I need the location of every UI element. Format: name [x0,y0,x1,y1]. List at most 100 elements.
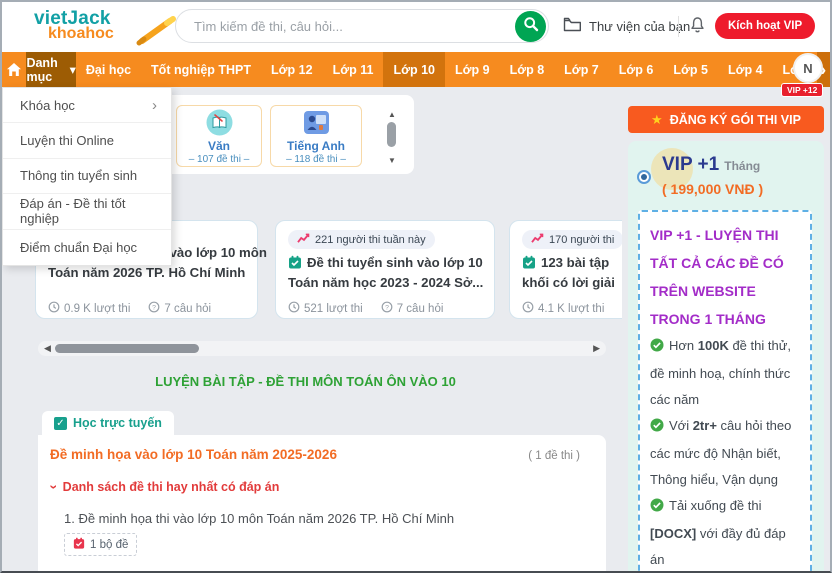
nav-menu-label: Danh mục [26,56,64,84]
search-button[interactable] [515,11,546,42]
nav-item-lop-10[interactable]: Lớp 10 [383,52,445,87]
scrollbar-thumb[interactable] [387,122,396,147]
vip-level-badge: VIP +12 [781,83,823,97]
activate-vip-button[interactable]: Kích hoạt VIP [715,13,815,39]
subject-name: Tiếng Anh [271,139,361,153]
library-link[interactable]: Thư viện của bạn [563,17,690,35]
register-vip-button[interactable]: ★ ĐĂNG KÝ GÓI THI VIP [628,106,824,133]
subject-card-van[interactable]: Văn – 107 đề thi – [176,105,262,167]
weekly-takers-badge: 221 người thi tuần này [288,230,435,249]
header-divider [678,16,679,37]
badge-label: 1 bộ đề [90,539,128,551]
check-circle-icon [650,335,664,361]
nav-item-lop-8[interactable]: Lớp 8 [500,52,555,87]
best-exams-toggle[interactable]: › Danh sách đề thi hay nhất có đáp án [52,479,279,495]
scrollbar-thumb[interactable] [55,344,199,353]
exam-title: Đề thi tuyển sinh vào lớp 10 Toán năm họ… [288,254,483,291]
red-calendar-icon [73,537,85,552]
attempts-label: 521 lượt thi [304,303,363,315]
subject-name: Văn [177,139,261,153]
panel-heading: Đề minh họa vào lớp 10 Toán năm 2025-202… [50,447,337,462]
trend-chart-icon [297,233,310,247]
subject-scrollbar: ▲ ▼ [385,110,399,165]
nav-item-lop-6[interactable]: Lớp 6 [609,52,664,87]
weekly-takers-badge: 170 người thi [522,230,622,249]
exam-card-3[interactable]: 170 người thi 123 bài tập khối có lời gi… [509,220,622,319]
question-icon: ? [148,301,160,316]
svg-text:?: ? [152,305,156,312]
clock-icon [48,301,60,316]
scroll-left-icon[interactable]: ◀ [44,343,51,354]
attempts-stat: 0.9 K lượt thi [48,301,130,316]
nav-item-tot-nghiep-thpt[interactable]: Tốt nghiệp THPT [141,52,261,87]
home-icon[interactable] [2,52,26,87]
vip-feature-item: Tải xuống đề thi [DOCX] với đầy đủ đáp á… [650,493,800,573]
tab-hoc-truc-tuyen[interactable]: ✓ Học trực tuyến [42,411,174,435]
clock-icon [288,301,300,316]
nav-menu-button[interactable]: Danh mục ▾ [26,52,75,87]
pencil-icon [136,14,178,51]
exam-count: ( 1 đề thi ) [528,450,580,462]
nav-items: Đại học Tốt nghiệp THPT Lớp 12 Lớp 11 Lớ… [76,52,817,87]
exam-title-line2: Toán năm 2026 TP. Hồ Chí Minh [48,265,245,280]
vip-feature-item: Hơn 100K đề thi thử, đề minh hoạ, chính … [650,333,800,413]
exam-title-line2: Toán năm học 2023 - 2024 Sở... [288,275,483,290]
exam-stats: 521 lượt thi ? 7 câu hỏi [288,301,443,316]
scroll-down-icon[interactable]: ▼ [385,156,399,165]
subject-count: – 107 đề thi – [177,154,261,165]
vip-feature-item: Với 2tr+ câu hỏi theo các mức độ Nhận bi… [650,413,800,493]
clock-icon [522,301,534,316]
submenu-arrow-icon: › [152,97,157,114]
nav-item-dai-hoc[interactable]: Đại học [76,52,141,87]
vip-plan-panel: VIP +1Tháng ( 199,000 VNĐ ) VIP +1 - LUY… [628,141,824,573]
check-circle-icon [650,495,664,521]
exam-title: 123 bài tập khối có lời giải [522,254,615,291]
dropdown-item-dap-an-de-thi[interactable]: Đáp án - Đề thi tốt nghiệp [3,194,171,229]
badge-label: 221 người thi tuần này [315,234,426,246]
search-input[interactable] [194,11,504,41]
subject-card-tieng-anh[interactable]: Tiếng Anh – 118 đề thi – [270,105,362,167]
questions-stat: ? 7 câu hỏi [148,301,211,316]
top-header: vietJack khoahoc [2,2,830,52]
svg-text:?: ? [385,305,389,312]
van-subject-icon [177,109,261,141]
scroll-up-icon[interactable]: ▲ [385,110,399,119]
badge-label: 170 người thi [549,234,614,246]
dropdown-item-diem-chuan[interactable]: Điểm chuẩn Đại học [3,230,171,265]
chevron-down-icon: › [46,485,62,490]
dropdown-item-label: Luyện thi Online [20,133,114,148]
nav-item-lop-12[interactable]: Lớp 12 [261,52,323,87]
nav-item-lop-7[interactable]: Lớp 7 [554,52,609,87]
check-circle-icon [650,415,664,441]
folder-icon [563,17,582,35]
search-icon [523,16,539,37]
notification-bell-icon[interactable] [689,16,706,40]
plan-radio-selected[interactable] [637,170,651,184]
dropdown-item-khoa-hoc[interactable]: Khóa học › [3,88,171,123]
scroll-right-icon[interactable]: ▶ [593,343,600,354]
logo-text-bottom: khoahoc [48,25,114,43]
tieng-anh-subject-icon [271,109,361,141]
nav-item-lop-11[interactable]: Lớp 11 [323,52,384,87]
vip-benefits-box: VIP +1 - LUYỆN THI TẤT CẢ CÁC ĐỀ CÓ TRÊN… [638,210,812,573]
search-bar [175,9,549,43]
nav-item-lop-4[interactable]: Lớp 4 [718,52,773,87]
subject-count: – 118 đề thi – [271,154,361,165]
dropdown-item-luyen-thi-online[interactable]: Luyện thi Online [3,123,171,158]
exam-card-2[interactable]: 221 người thi tuần này Đề thi tuyển sinh… [275,220,495,319]
attempts-label: 4.1 K lượt thi [538,303,604,315]
dropdown-item-label: Khóa học [20,98,75,113]
logo[interactable]: vietJack khoahoc [34,8,164,48]
attempts-stat: 521 lượt thi [288,301,363,316]
user-avatar[interactable]: N [793,53,823,83]
dropdown-item-label: Thông tin tuyển sinh [20,168,137,183]
trend-chart-icon [531,233,544,247]
nav-item-lop-9[interactable]: Lớp 9 [445,52,500,87]
questions-label: 7 câu hỏi [164,303,211,315]
dropdown-item-thong-tin-tuyen-sinh[interactable]: Thông tin tuyển sinh [3,159,171,194]
exam-list-item[interactable]: 1. Đề minh họa thi vào lớp 10 môn Toán n… [64,511,454,526]
vietjack-page: vietJack khoahoc [0,0,832,573]
nav-item-lop-5[interactable]: Lớp 5 [663,52,718,87]
questions-label: 7 câu hỏi [397,303,444,315]
exam-list-panel: Đề minh họa vào lớp 10 Toán năm 2025-202… [38,435,606,573]
